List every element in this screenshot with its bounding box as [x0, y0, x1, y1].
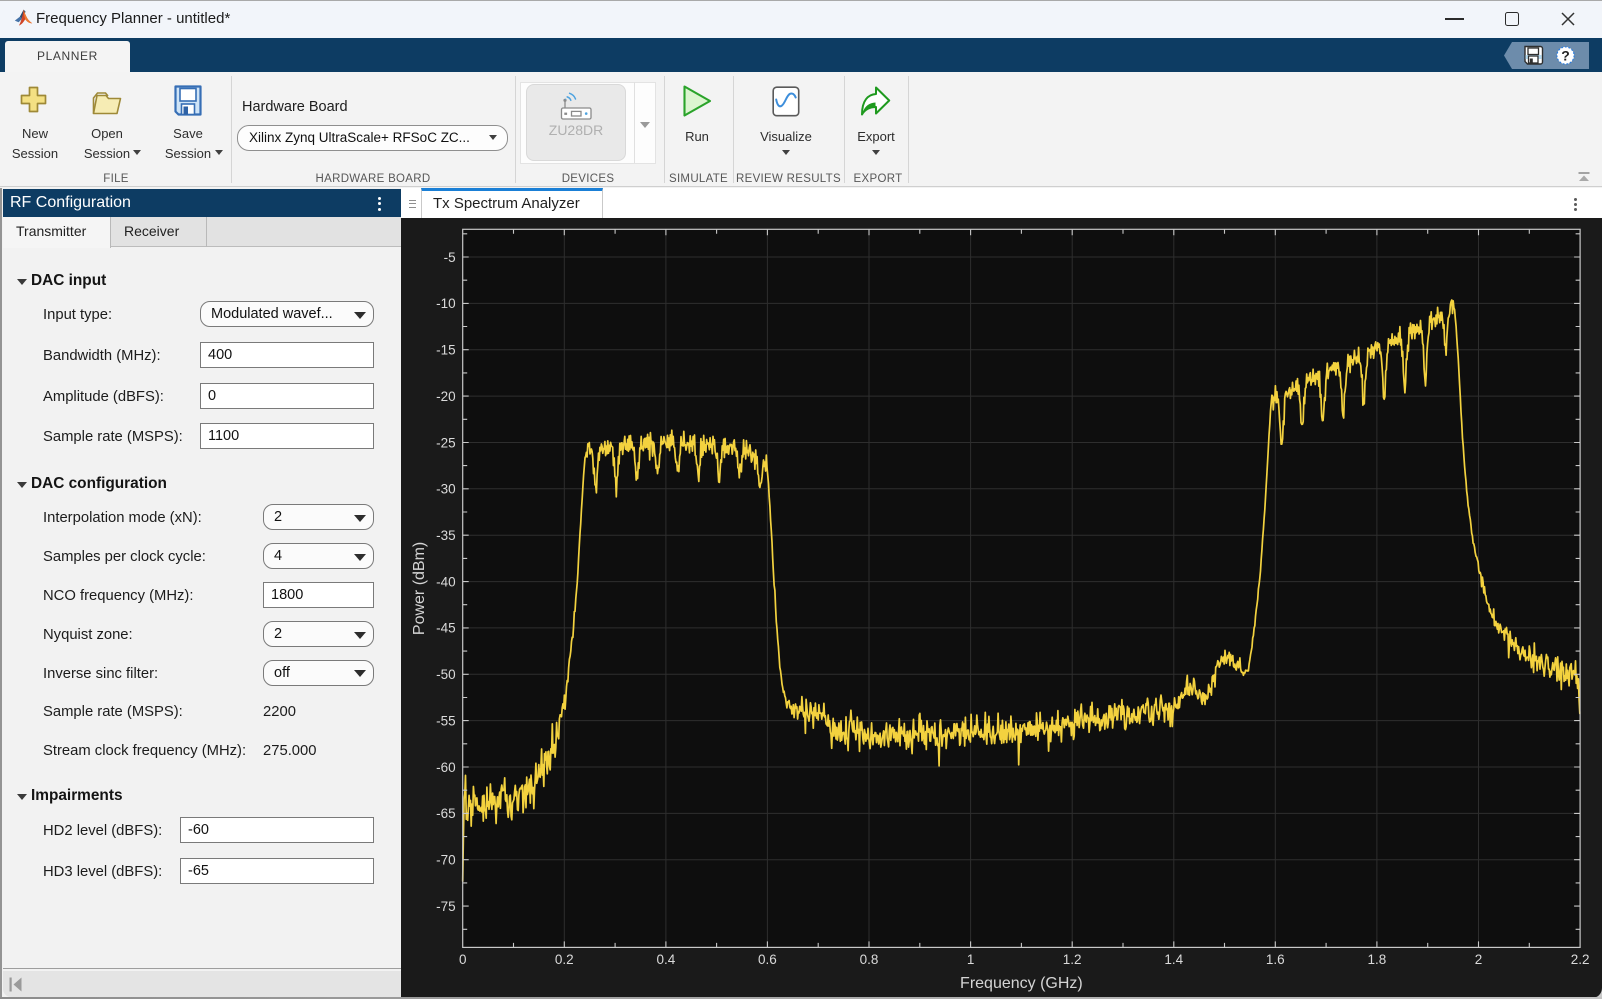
svg-text:0.2: 0.2	[555, 952, 574, 967]
svg-text:0: 0	[459, 952, 467, 967]
svg-text:-75: -75	[436, 898, 456, 913]
svg-text:1.8: 1.8	[1368, 952, 1387, 967]
svg-text:-35: -35	[436, 528, 456, 543]
svg-text:1.4: 1.4	[1164, 952, 1183, 967]
svg-text:Frequency (GHz): Frequency (GHz)	[960, 975, 1083, 992]
svg-text:-15: -15	[436, 342, 456, 357]
svg-text:-55: -55	[436, 713, 456, 728]
svg-text:0.4: 0.4	[657, 952, 676, 967]
svg-text:2.2: 2.2	[1571, 952, 1590, 967]
svg-text:-70: -70	[436, 852, 456, 867]
svg-text:-10: -10	[436, 296, 456, 311]
svg-text:2: 2	[1475, 952, 1483, 967]
svg-text:1: 1	[967, 952, 975, 967]
svg-text:-5: -5	[444, 249, 456, 264]
svg-text:1.6: 1.6	[1266, 952, 1285, 967]
svg-text:-60: -60	[436, 759, 456, 774]
svg-text:-40: -40	[436, 574, 456, 589]
svg-text:?: ?	[1561, 48, 1570, 64]
svg-text:-30: -30	[436, 481, 456, 496]
svg-text:-50: -50	[436, 667, 456, 682]
svg-text:1.2: 1.2	[1063, 952, 1082, 967]
svg-text:-25: -25	[436, 435, 456, 450]
svg-text:-65: -65	[436, 806, 456, 821]
svg-text:-45: -45	[436, 620, 456, 635]
svg-text:0.8: 0.8	[860, 952, 879, 967]
svg-text:-20: -20	[436, 388, 456, 403]
svg-text:Power (dBm): Power (dBm)	[411, 541, 428, 634]
svg-text:0.6: 0.6	[758, 952, 777, 967]
